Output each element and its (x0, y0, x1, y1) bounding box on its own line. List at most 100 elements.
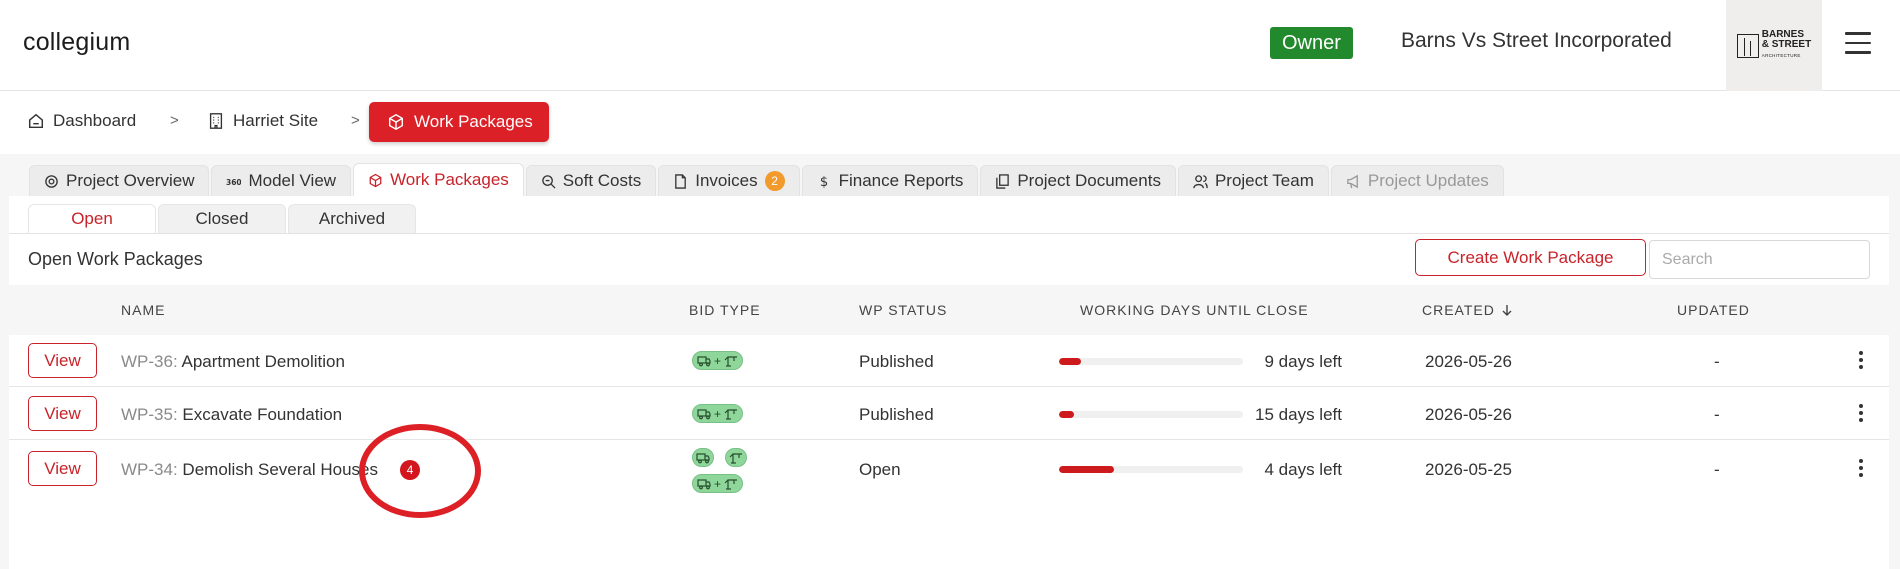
role-badge: Owner (1270, 27, 1353, 59)
building-icon (209, 113, 223, 129)
truck-icon (696, 452, 710, 463)
wp-title: Excavate Foundation (182, 405, 343, 424)
work-package-name[interactable]: WP-36: Apartment Demolition (121, 352, 345, 372)
tab-soft-costs[interactable]: Soft Costs (525, 165, 657, 196)
tab-label: Project Documents (1017, 171, 1161, 190)
view-button[interactable]: View (28, 396, 97, 431)
crane-icon (724, 355, 738, 367)
breadcrumb-dashboard[interactable]: Dashboard (27, 106, 136, 136)
breadcrumb-site[interactable]: Harriet Site (207, 106, 318, 136)
table-row: View WP-36: Apartment Demolition + Publi… (9, 335, 1889, 387)
360-icon: 360 (226, 177, 241, 186)
status-tabs: Open Closed Archived (28, 204, 418, 233)
bid-type-crane-pill (725, 448, 747, 467)
company-logo: BARNES & STREET ARCHITECTURE (1726, 0, 1822, 91)
tab-project-documents[interactable]: Project Documents (980, 165, 1176, 196)
breadcrumb-dashboard-label: Dashboard (53, 111, 137, 130)
create-work-package-button[interactable]: Create Work Package (1415, 239, 1646, 276)
overview-icon (45, 174, 58, 188)
breadcrumb-work-packages[interactable]: Work Packages (369, 102, 549, 142)
breadcrumb-separator: > (170, 112, 179, 129)
top-header: collegium Owner Barns Vs Street Incorpor… (0, 0, 1900, 91)
work-package-name[interactable]: WP-35: Excavate Foundation (121, 405, 342, 425)
divider (9, 233, 1889, 234)
search-input[interactable] (1649, 240, 1870, 279)
tab-label: Model View (248, 171, 337, 190)
view-button[interactable]: View (28, 451, 97, 486)
wp-status: Published (859, 405, 934, 424)
column-header-working-days[interactable]: WORKING DAYS UNTIL CLOSE (1080, 302, 1309, 318)
truck-icon (697, 478, 711, 489)
row-actions-kebab-icon[interactable] (1857, 459, 1865, 479)
logo-line-3: ARCHITECTURE (1761, 53, 1801, 58)
column-header-updated[interactable]: UPDATED (1677, 302, 1750, 318)
days-progress-bar (1059, 411, 1243, 418)
invoice-count-badge: 2 (764, 171, 785, 191)
days-progress-fill (1059, 358, 1082, 365)
logo-mark: BARNES & STREET ARCHITECTURE (1736, 30, 1812, 61)
tab-label: Work Packages (390, 170, 509, 189)
tab-label: Project Updates (1367, 171, 1489, 190)
wp-title: Demolish Several Houses (182, 460, 379, 479)
crane-icon (724, 478, 738, 490)
bid-plus: + (714, 406, 722, 421)
wp-code: WP-36: (121, 352, 178, 371)
column-header-bid-type[interactable]: BID TYPE (689, 302, 761, 318)
tab-open[interactable]: Open (28, 204, 156, 233)
breadcrumb: Dashboard > Harriet Site > Work Packages (0, 92, 1900, 154)
tab-label: Soft Costs (562, 171, 642, 190)
module-tabs: Project Overview 360 Model View Work Pac… (29, 163, 1506, 196)
hamburger-menu-icon[interactable] (1845, 32, 1871, 54)
work-package-name[interactable]: WP-34: Demolish Several Houses (121, 460, 378, 480)
column-header-created-label: CREATED (1422, 302, 1495, 318)
wp-code: WP-34: (121, 460, 178, 479)
logo-line-2: & STREET (1761, 39, 1812, 50)
tab-archived[interactable]: Archived (288, 204, 416, 233)
tab-label: Invoices (695, 171, 758, 190)
days-progress-fill (1059, 466, 1115, 473)
tab-label: Project Overview (66, 171, 195, 190)
created-date: 2026-05-25 (1425, 460, 1512, 479)
notification-count-badge[interactable]: 4 (400, 460, 420, 480)
team-icon (1193, 174, 1208, 188)
bid-type-truck-pill (692, 448, 714, 467)
bid-type-pill: + (692, 474, 744, 493)
row-actions-kebab-icon[interactable] (1857, 404, 1865, 424)
tab-project-overview[interactable]: Project Overview (29, 165, 210, 196)
dollar-icon: $ (819, 175, 827, 189)
tab-project-team[interactable]: Project Team (1177, 165, 1329, 196)
view-button[interactable]: View (28, 343, 97, 378)
breadcrumb-separator: > (351, 112, 360, 129)
tab-model-view[interactable]: 360 Model View (211, 165, 352, 196)
table-row: View WP-34: Demolish Several Houses + Op… (9, 440, 1889, 496)
wp-status: Published (859, 352, 934, 371)
days-left: 9 days left (1264, 352, 1343, 371)
svg-text:$: $ (819, 175, 827, 189)
column-header-name[interactable]: NAME (121, 302, 165, 318)
brand-name[interactable]: collegium (23, 28, 130, 57)
cube-icon (369, 173, 382, 187)
document-icon (675, 173, 687, 189)
tab-project-updates[interactable]: Project Updates (1330, 165, 1504, 196)
svg-text:360: 360 (226, 177, 241, 186)
tab-closed[interactable]: Closed (158, 204, 286, 233)
sort-down-arrow-icon (1502, 305, 1512, 316)
tab-invoices[interactable]: Invoices 2 (658, 165, 800, 196)
tab-work-packages[interactable]: Work Packages (353, 163, 524, 196)
table-row: View WP-35: Excavate Foundation + Publis… (9, 387, 1889, 440)
created-date: 2026-05-26 (1425, 405, 1512, 424)
row-actions-kebab-icon[interactable] (1857, 351, 1865, 371)
days-progress-fill (1059, 411, 1074, 418)
cube-icon (388, 113, 404, 131)
days-left: 15 days left (1255, 405, 1342, 424)
tab-label: Project Team (1214, 171, 1314, 190)
truck-icon (697, 408, 711, 419)
tab-finance-reports[interactable]: $ Finance Reports (801, 165, 979, 196)
crane-icon (724, 408, 738, 420)
updated-date: - (1714, 405, 1720, 424)
wp-code: WP-35: (121, 405, 178, 424)
megaphone-icon (1347, 174, 1358, 188)
column-header-created[interactable]: CREATED (1422, 302, 1513, 318)
breadcrumb-site-label: Harriet Site (233, 111, 319, 130)
column-header-wp-status[interactable]: WP STATUS (859, 302, 947, 318)
